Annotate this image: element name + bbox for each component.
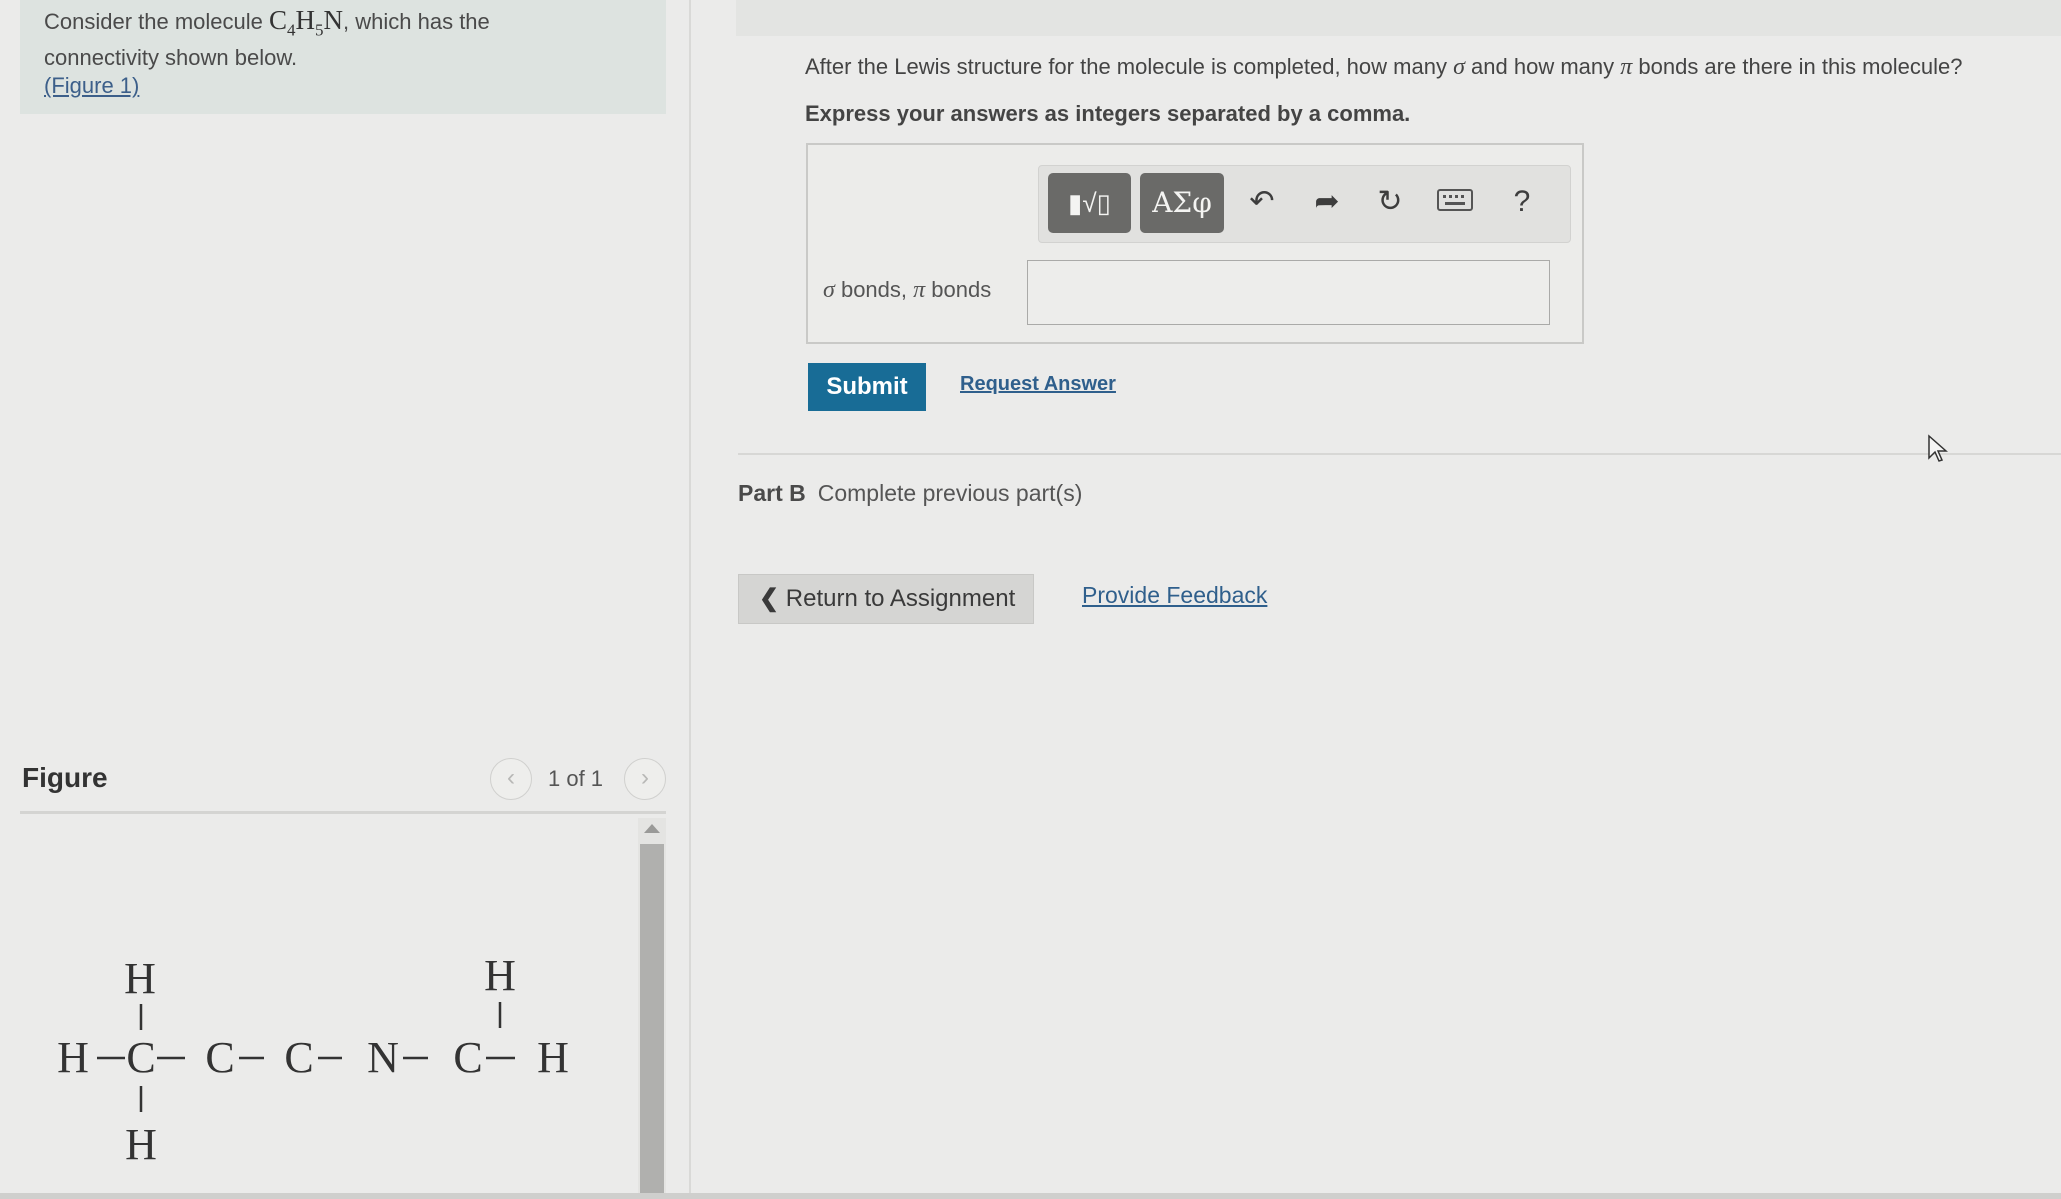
math-toolbar: ▮√▯ ΑΣφ ↶ ➦ ↻ ? xyxy=(1038,165,1571,243)
scroll-up-arrow-icon[interactable] xyxy=(644,824,660,833)
next-figure-button[interactable]: › xyxy=(624,758,666,800)
bottom-edge xyxy=(0,1193,2061,1199)
atom-c4: C xyxy=(453,1033,482,1082)
atom-c3: C xyxy=(284,1033,313,1082)
chevron-left-icon: ‹ xyxy=(507,764,515,791)
return-label: Return to Assignment xyxy=(785,585,1016,612)
atom-h-top-right: H xyxy=(484,951,516,1000)
return-to-assignment-button[interactable]: ❮ Return to Assignment xyxy=(738,574,1034,624)
intro-line-2: connectivity shown below. xyxy=(44,45,298,71)
part-b-status: Complete previous part(s) xyxy=(817,480,1083,506)
redo-icon[interactable]: ➦ xyxy=(1304,182,1350,222)
figure-link[interactable]: (Figure 1) xyxy=(44,73,139,98)
chevron-left-icon: ❮ xyxy=(759,585,780,612)
atom-c1: C xyxy=(126,1033,155,1082)
answer-input[interactable] xyxy=(1027,260,1550,325)
figure-header: Figure ‹ 1 of 1 › xyxy=(20,758,666,814)
atom-n: N xyxy=(367,1033,399,1082)
part-b: Part B Complete previous part(s) xyxy=(738,480,1082,507)
atom-h-left: H xyxy=(57,1033,89,1082)
atom-h-bottom-left: H xyxy=(125,1120,157,1169)
atom-c2: C xyxy=(205,1033,234,1082)
pi-symbol: π xyxy=(1620,54,1633,80)
figure-area: H H C C C N C H H H xyxy=(20,818,666,1199)
answer-field-label: σ bonds, π bonds xyxy=(823,277,992,303)
reset-icon[interactable]: ↻ xyxy=(1367,182,1413,222)
provide-feedback-link[interactable]: Provide Feedback xyxy=(1082,582,1267,609)
scrollbar-thumb[interactable] xyxy=(640,844,664,1199)
submit-button[interactable]: Submit xyxy=(808,363,926,411)
prev-figure-button[interactable]: ‹ xyxy=(490,758,532,800)
keyboard-icon[interactable] xyxy=(1432,182,1478,222)
question-text: After the Lewis structure for the molecu… xyxy=(805,54,1963,80)
figure-pager-count: 1 of 1 xyxy=(548,766,604,791)
undo-icon[interactable]: ↶ xyxy=(1239,182,1285,222)
figure-title: Figure xyxy=(22,762,108,793)
left-pane: Consider the molecule C4H5N, which has t… xyxy=(0,0,690,1199)
lewis-connectivity-structure: H H C C C N C H H H xyxy=(57,951,569,1169)
mouse-cursor-icon xyxy=(1928,434,1948,462)
top-strip xyxy=(736,0,2061,36)
problem-intro: Consider the molecule C4H5N, which has t… xyxy=(20,0,666,114)
atom-h-right: H xyxy=(537,1033,569,1082)
sigma-symbol: σ xyxy=(1453,54,1465,80)
molecule-formula: C4H5N xyxy=(269,5,344,40)
intro-line-1: Consider the molecule C4H5N, which has t… xyxy=(44,6,642,44)
greek-symbols-button[interactable]: ΑΣφ xyxy=(1140,173,1224,233)
figure-scrollbar[interactable] xyxy=(638,818,666,1199)
help-button[interactable]: ? xyxy=(1499,182,1545,222)
answer-instruction: Express your answers as integers separat… xyxy=(805,101,1411,126)
request-answer-link[interactable]: Request Answer xyxy=(960,373,1116,396)
intro-text: Consider the molecule xyxy=(44,9,270,34)
intro-text-after: , which has the xyxy=(343,9,490,34)
chevron-right-icon: › xyxy=(641,764,649,791)
answer-box: ▮√▯ ΑΣφ ↶ ➦ ↻ ? σ bonds, π bonds xyxy=(806,143,1584,344)
section-divider xyxy=(738,453,2061,455)
right-pane: After the Lewis structure for the molecu… xyxy=(691,0,2061,1199)
templates-button[interactable]: ▮√▯ xyxy=(1048,173,1131,233)
part-b-label: Part B xyxy=(738,480,806,506)
atom-h-top-left: H xyxy=(124,954,156,1003)
